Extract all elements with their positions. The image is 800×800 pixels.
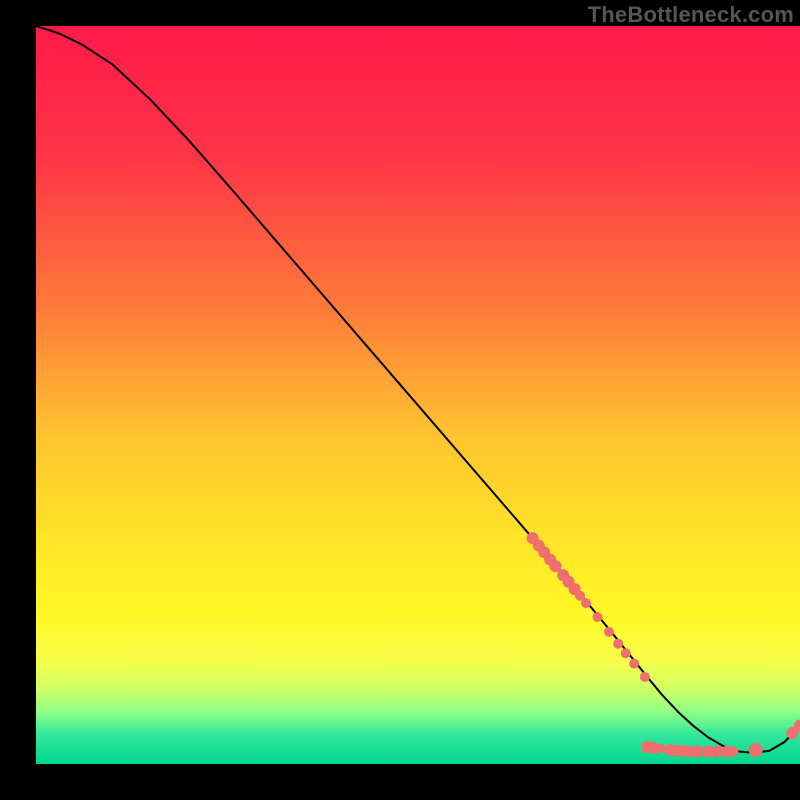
data-point	[581, 598, 591, 608]
data-point	[621, 648, 631, 658]
data-point	[604, 627, 614, 637]
chart-plot-area	[36, 26, 800, 764]
watermark-text: TheBottleneck.com	[588, 2, 794, 28]
data-point	[729, 746, 739, 756]
data-point	[640, 672, 650, 682]
data-point	[613, 639, 623, 649]
data-point	[593, 612, 603, 622]
chart-svg	[36, 26, 800, 764]
data-point	[749, 743, 763, 757]
data-point	[655, 744, 665, 754]
data-point	[629, 659, 639, 669]
data-point	[692, 745, 704, 757]
gradient-background	[36, 26, 800, 764]
